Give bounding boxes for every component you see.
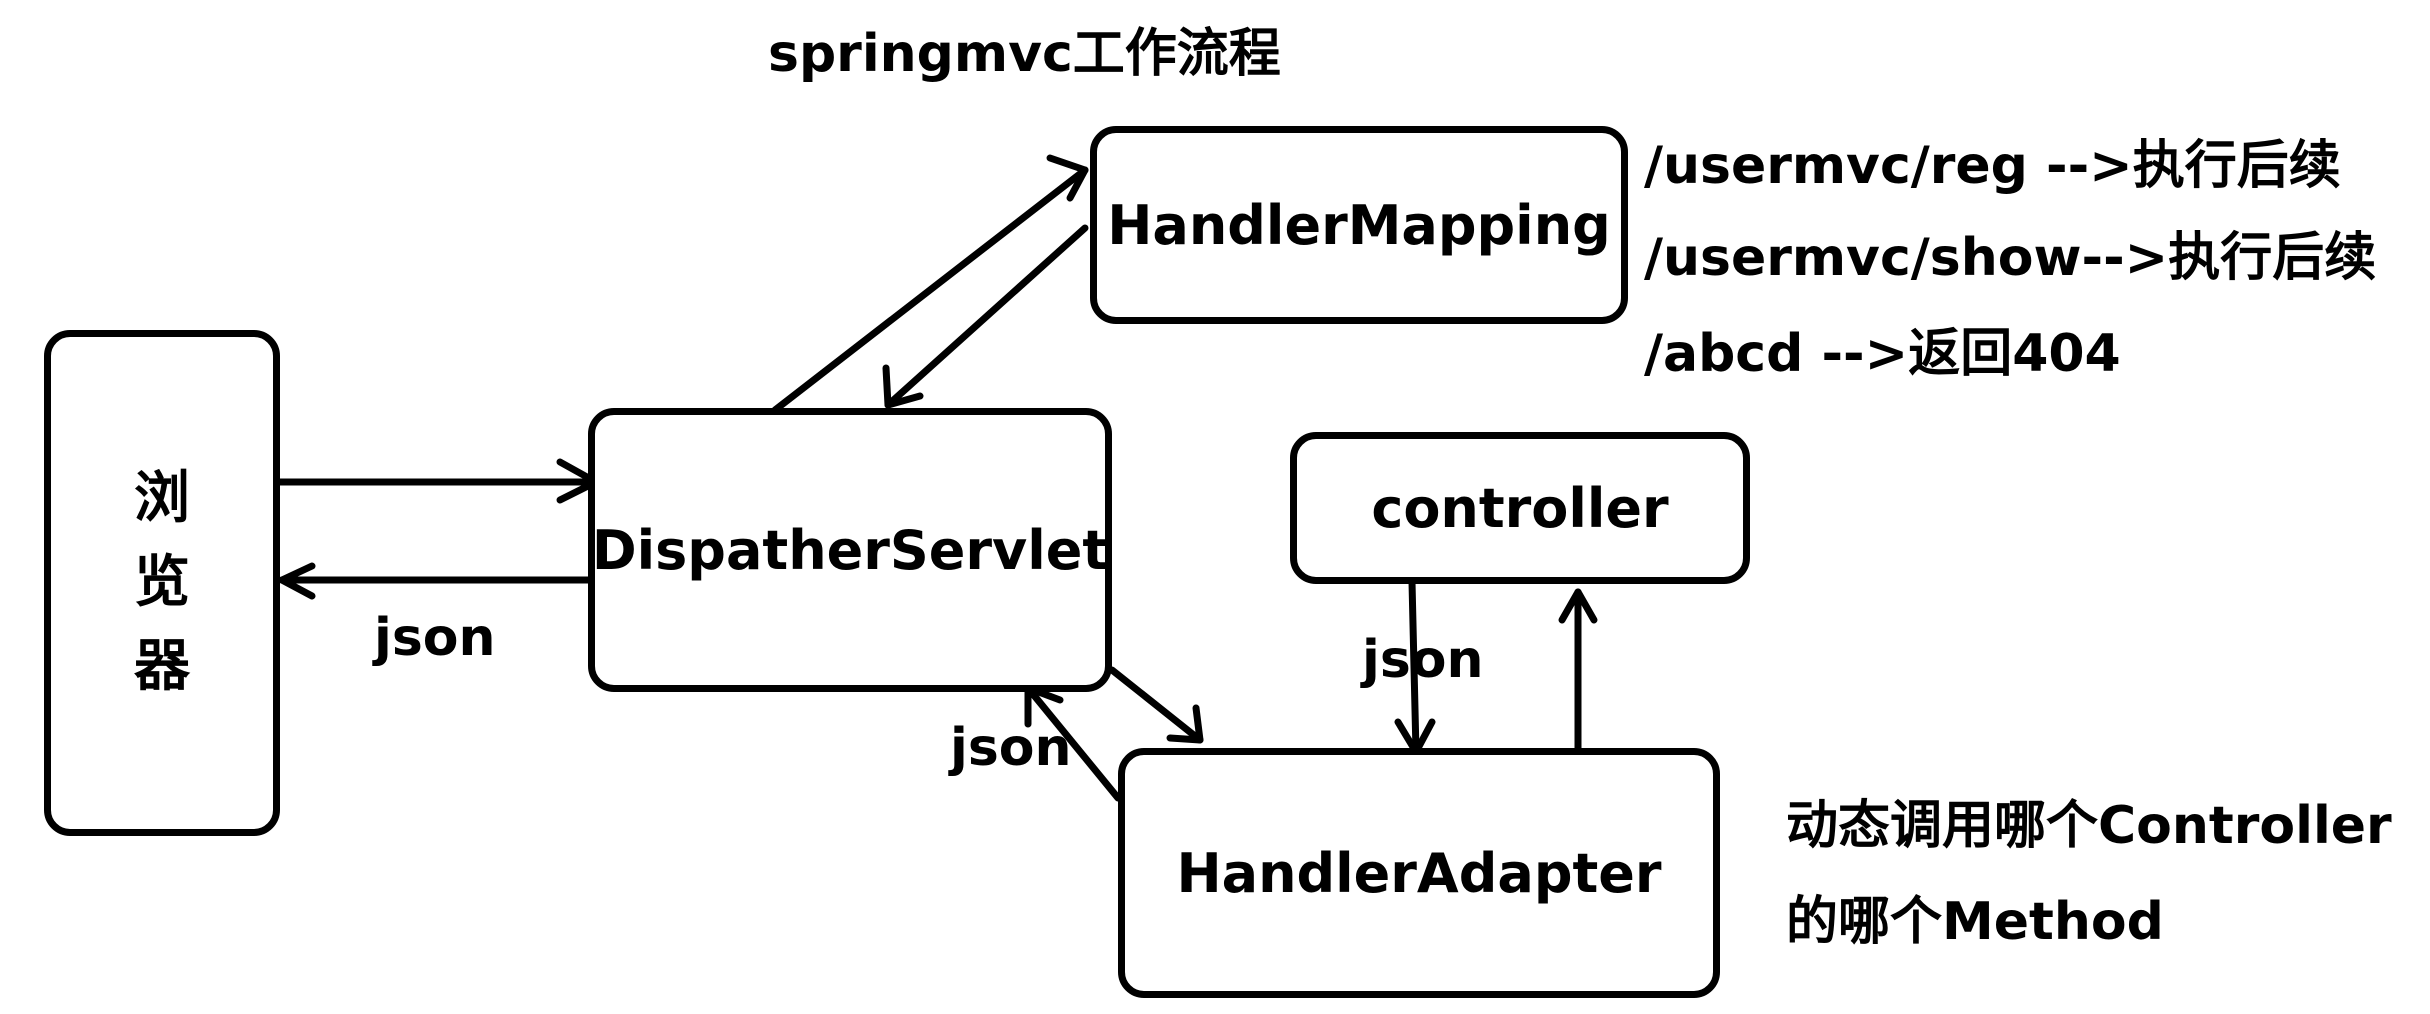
browser-label: 浏 览 器 xyxy=(134,471,190,695)
controller-node: controller xyxy=(1290,432,1750,584)
diagram-canvas: springmvc工作流程 浏 览 器 DispatherServlet Han… xyxy=(0,0,2430,1014)
browser-label-char: 器 xyxy=(134,634,190,699)
arrow-dispatcher-to-handleradapter xyxy=(1108,666,1204,744)
route-line: /abcd -->返回404 xyxy=(1644,324,2121,384)
browser-node: 浏 览 器 xyxy=(44,330,280,836)
adapter-note-line: 动态调用哪个Controller xyxy=(1786,796,2392,856)
dispatcher-servlet-label: DispatherServlet xyxy=(591,518,1109,582)
route-line: /usermvc/show-->执行后续 xyxy=(1644,228,2377,288)
handler-mapping-node: HandlerMapping xyxy=(1090,126,1628,324)
handler-adapter-node: HandlerAdapter xyxy=(1118,748,1720,998)
adapter-note-line: 的哪个Method xyxy=(1786,892,2164,952)
arrow-handlermapping-to-dispatcher xyxy=(882,224,1089,409)
arrow-dispatcher-to-browser xyxy=(278,562,602,600)
dispatcher-servlet-node: DispatherServlet xyxy=(588,408,1112,692)
browser-label-char: 览 xyxy=(134,550,190,615)
arrow-handleradapter-to-controller xyxy=(1558,588,1598,752)
json-label-browser-return: json xyxy=(374,608,496,668)
diagram-title: springmvc工作流程 xyxy=(768,24,1281,84)
arrow-dispatcher-to-handlermapping xyxy=(771,154,1089,414)
browser-label-char: 浏 xyxy=(134,466,190,531)
handler-adapter-label: HandlerAdapter xyxy=(1176,841,1662,905)
json-label-adapter-to-dispatcher: json xyxy=(950,718,1072,778)
handler-mapping-label: HandlerMapping xyxy=(1107,193,1611,257)
json-label-controller-to-adapter: json xyxy=(1362,630,1484,690)
route-line: /usermvc/reg -->执行后续 xyxy=(1644,136,2341,196)
arrow-browser-to-dispatcher xyxy=(276,458,600,504)
controller-label: controller xyxy=(1371,476,1669,540)
